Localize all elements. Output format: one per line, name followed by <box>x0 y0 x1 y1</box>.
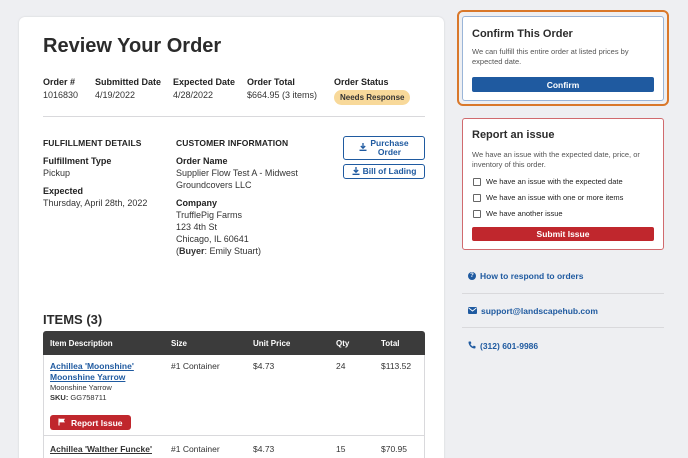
col-item-description: Item Description <box>50 339 113 348</box>
download-icon <box>352 166 360 177</box>
table-row: Achillea 'Walther Funcke' #1 Container $… <box>43 444 425 458</box>
flag-icon <box>58 418 66 428</box>
item-name-link[interactable]: Achillea 'Walther Funcke' <box>50 444 152 454</box>
item-qty: 24 <box>336 361 346 371</box>
item-unit-price: $4.73 <box>253 444 275 454</box>
fulfillment-heading: FULFILLMENT DETAILS <box>43 138 142 148</box>
item-common-name: Moonshine Yarrow <box>50 383 112 392</box>
checkbox[interactable] <box>473 177 481 186</box>
report-heading: Report an issue <box>472 129 555 141</box>
order-status: Order Status Needs Response <box>334 76 411 105</box>
envelope-icon <box>468 306 477 316</box>
company-info: Company TrufflePig Farms 123 4th St Chic… <box>176 198 262 256</box>
item-unit-price: $4.73 <box>253 361 275 371</box>
item-total: $70.95 <box>381 444 407 454</box>
confirm-order-panel: Confirm This Order We can fulfill this e… <box>462 16 664 101</box>
item-sku: SKU: GG758711 <box>50 393 107 402</box>
checkbox[interactable] <box>473 193 481 202</box>
col-qty: Qty <box>336 339 350 348</box>
submitted-date: Submitted Date 4/19/2022 <box>95 77 162 100</box>
phone-icon <box>468 341 476 351</box>
fulfillment-type: Fulfillment Type Pickup <box>43 156 112 178</box>
support-email-link[interactable]: support@landscapehub.com <box>468 306 598 316</box>
order-number: Order # 1016830 <box>43 77 79 100</box>
fulfillment-expected: Expected Thursday, April 28th, 2022 <box>43 186 148 208</box>
expected-date: Expected Date 4/28/2022 <box>173 77 236 100</box>
purchase-order-button[interactable]: Purchase Order <box>343 136 425 160</box>
order-name: Order Name Supplier Flow Test A - Midwes… <box>176 156 298 190</box>
item-name-link[interactable]: Achillea 'Moonshine' Moonshine Yarrow <box>50 361 134 383</box>
confirm-button[interactable]: Confirm <box>472 77 654 92</box>
item-total: $113.52 <box>381 361 412 371</box>
items-table-header: Item Description Size Unit Price Qty Tot… <box>43 331 425 355</box>
issue-option-expected-date[interactable]: We have an issue with the expected date <box>473 177 623 186</box>
page-title: Review Your Order <box>43 35 222 57</box>
col-unit-price: Unit Price <box>253 339 291 348</box>
col-total: Total <box>381 339 400 348</box>
question-icon: ? <box>468 272 476 280</box>
table-row: Achillea 'Moonshine' Moonshine Yarrow Mo… <box>43 361 425 433</box>
bill-of-lading-button[interactable]: Bill of Lading <box>343 164 425 179</box>
report-text: We have an issue with the expected date,… <box>472 150 640 169</box>
submit-issue-button[interactable]: Submit Issue <box>472 227 654 241</box>
status-badge: Needs Response <box>334 90 411 105</box>
buyer-info: (Buyer: Emily Stuart) <box>176 246 262 256</box>
issue-option-other[interactable]: We have another issue <box>473 209 563 218</box>
items-heading: ITEMS (3) <box>43 312 103 327</box>
how-to-respond-link[interactable]: ? How to respond to orders <box>468 271 583 281</box>
order-total: Order Total $664.95 (3 items) <box>247 77 318 100</box>
item-size: #1 Container <box>171 361 220 371</box>
confirm-text: We can fulfill this entire order at list… <box>472 47 629 66</box>
col-size: Size <box>171 339 188 348</box>
issue-option-items[interactable]: We have an issue with one or more items <box>473 193 623 202</box>
order-review-card: Review Your Order Order # 1016830 Submit… <box>19 17 444 458</box>
item-size: #1 Container <box>171 444 220 454</box>
confirm-heading: Confirm This Order <box>472 28 573 40</box>
divider <box>43 116 425 117</box>
report-issue-button[interactable]: Report Issue <box>50 415 131 430</box>
report-issue-panel: Report an issue We have an issue with th… <box>462 118 664 250</box>
page: Review Your Order Order # 1016830 Submit… <box>0 0 688 458</box>
customer-heading: CUSTOMER INFORMATION <box>176 138 289 148</box>
download-icon <box>359 143 367 153</box>
support-phone-link[interactable]: (312) 601-9986 <box>468 341 538 351</box>
item-qty: 15 <box>336 444 346 454</box>
checkbox[interactable] <box>473 209 481 218</box>
